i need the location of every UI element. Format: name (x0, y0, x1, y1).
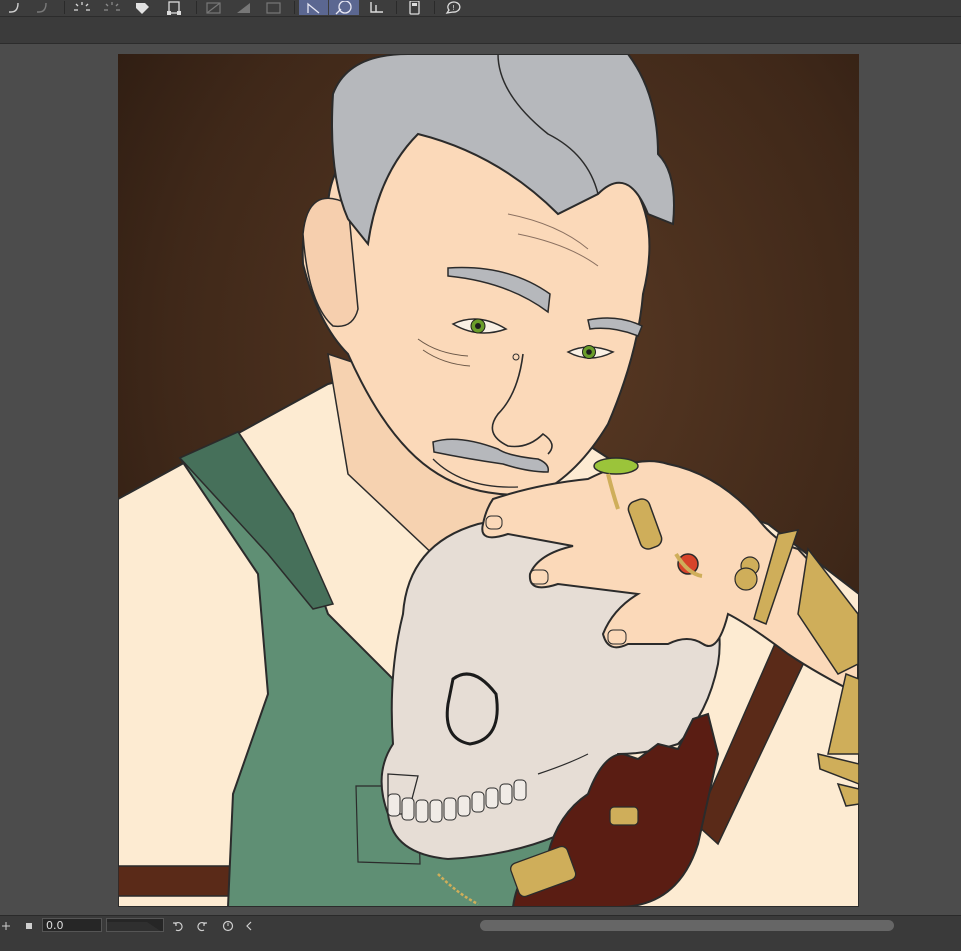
rotate-right-icon[interactable] (194, 919, 210, 933)
toolbar-separator (434, 1, 435, 14)
select-all-icon[interactable] (70, 0, 94, 15)
rotate-left-icon[interactable] (170, 919, 186, 933)
command-bar: ! (0, 0, 961, 17)
left-pupil (475, 323, 481, 329)
deselect-icon[interactable] (100, 0, 124, 15)
help-icon[interactable]: ! (440, 0, 466, 15)
toolbar-separator (396, 1, 397, 14)
toolbar-separator (294, 1, 295, 14)
green-ring (593, 457, 639, 475)
layer-mask-icon[interactable] (262, 0, 286, 15)
ellipse-select-icon[interactable] (329, 0, 359, 15)
rotation-angle-field[interactable]: 0.0 (42, 918, 102, 932)
horizontal-scroll-thumb[interactable] (480, 920, 894, 931)
navigator-bar: 0.0 (0, 915, 961, 951)
clear-icon[interactable] (232, 0, 256, 15)
tool-property-bar (0, 17, 961, 44)
toolbar-separator (64, 1, 65, 14)
undo-icon[interactable] (2, 0, 24, 15)
skull-eye-socket (445, 672, 499, 746)
redo-icon[interactable] (30, 0, 52, 15)
fill-icon[interactable] (130, 0, 156, 15)
glove-ring (609, 806, 639, 826)
strap-left (118, 865, 234, 897)
illustration (118, 54, 859, 907)
svg-text:!: ! (452, 4, 455, 12)
lasso-select-icon[interactable] (299, 0, 328, 15)
scroll-left-icon[interactable] (242, 919, 256, 933)
toolbar-separator (196, 1, 197, 14)
transform-icon[interactable] (162, 0, 186, 15)
zoom-in-icon[interactable] (0, 919, 12, 933)
tablet-icon[interactable] (402, 0, 426, 15)
reset-rotation-icon[interactable] (220, 919, 236, 933)
rotation-slider[interactable] (106, 918, 164, 932)
fit-screen-icon[interactable] (22, 919, 36, 933)
ruler-icon[interactable] (202, 0, 226, 15)
right-pupil (586, 349, 592, 355)
crop-icon[interactable] (364, 0, 388, 15)
artwork-canvas[interactable] (118, 54, 859, 907)
